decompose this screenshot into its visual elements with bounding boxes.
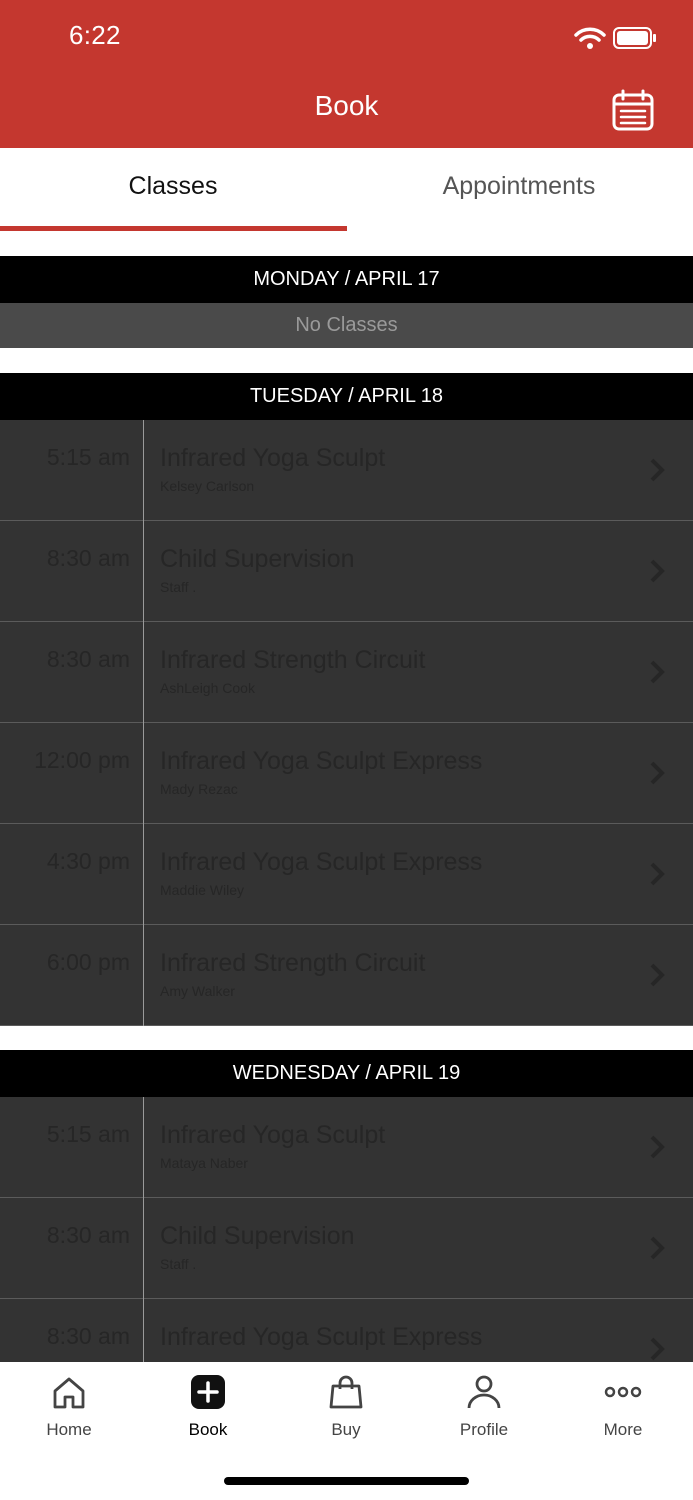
nav-label: More bbox=[603, 1420, 643, 1439]
nav-profile[interactable]: Profile bbox=[415, 1362, 553, 1452]
nav-label: Book bbox=[188, 1420, 228, 1439]
row-divider bbox=[143, 925, 144, 1026]
class-name: Child Supervision bbox=[160, 1222, 355, 1250]
row-divider bbox=[143, 824, 144, 925]
chevron-right-icon bbox=[650, 862, 665, 886]
nav-label: Buy bbox=[331, 1420, 361, 1439]
class-row[interactable]: 8:30 am Child Supervision Staff . bbox=[0, 521, 693, 622]
class-time: 12:00 pm bbox=[34, 747, 130, 773]
class-instructor: Amy Walker bbox=[160, 983, 235, 999]
battery-icon bbox=[613, 27, 656, 49]
class-time: 5:15 am bbox=[46, 1121, 130, 1147]
home-icon bbox=[53, 1377, 85, 1409]
class-instructor: Kelsey Carlson bbox=[160, 478, 255, 494]
class-time: 8:30 am bbox=[46, 1222, 130, 1248]
page-title: Book bbox=[314, 90, 379, 121]
class-name: Child Supervision bbox=[160, 545, 355, 573]
nav-label: Profile bbox=[459, 1420, 509, 1439]
chevron-right-icon bbox=[650, 660, 665, 684]
class-name: Infrared Yoga Sculpt Express bbox=[160, 1323, 483, 1351]
chevron-right-icon bbox=[650, 761, 665, 785]
class-name: Infrared Yoga Sculpt bbox=[160, 1121, 386, 1149]
class-time: 5:15 am bbox=[46, 444, 130, 470]
row-divider bbox=[143, 420, 144, 521]
nav-book[interactable]: Book bbox=[139, 1362, 277, 1452]
home-indicator bbox=[224, 1477, 469, 1485]
class-time: 6:00 pm bbox=[46, 949, 130, 975]
class-name: Infrared Yoga Sculpt Express bbox=[160, 848, 483, 876]
class-instructor: Mataya Naber bbox=[160, 1155, 248, 1171]
row-divider bbox=[143, 1198, 144, 1299]
class-name: Infrared Strength Circuit bbox=[160, 949, 426, 977]
class-row[interactable]: 8:30 am Child Supervision Staff . bbox=[0, 1198, 693, 1299]
no-classes-label: No Classes bbox=[0, 303, 693, 348]
class-row[interactable]: 5:15 am Infrared Yoga Sculpt Kelsey Carl… bbox=[0, 420, 693, 521]
chevron-right-icon bbox=[650, 458, 665, 482]
chevron-right-icon bbox=[650, 963, 665, 987]
class-instructor: AshLeigh Cook bbox=[160, 680, 255, 696]
tab-appointments[interactable]: Appointments bbox=[346, 172, 692, 201]
class-time: 8:30 am bbox=[46, 646, 130, 672]
chevron-right-icon bbox=[650, 559, 665, 583]
calendar-icon[interactable] bbox=[611, 88, 655, 132]
profile-icon bbox=[467, 1375, 501, 1409]
day-header-wednesday: WEDNESDAY / APRIL 19 bbox=[0, 1050, 693, 1097]
tab-classes[interactable]: Classes bbox=[0, 172, 346, 201]
top-bar: 6:22 Book bbox=[0, 0, 693, 148]
nav-more[interactable]: More bbox=[554, 1362, 692, 1452]
chevron-right-icon bbox=[650, 1135, 665, 1159]
row-divider bbox=[143, 723, 144, 824]
chevron-right-icon bbox=[650, 1337, 665, 1361]
class-instructor: Staff . bbox=[160, 1256, 197, 1272]
class-row[interactable]: 8:30 am Infrared Yoga Sculpt Express bbox=[0, 1299, 693, 1362]
class-row[interactable]: 12:00 pm Infrared Yoga Sculpt Express Ma… bbox=[0, 723, 693, 824]
chevron-right-icon bbox=[650, 1236, 665, 1260]
class-row[interactable]: 8:30 am Infrared Strength Circuit AshLei… bbox=[0, 622, 693, 723]
tab-bar: Classes Appointments bbox=[0, 148, 693, 232]
nav-home[interactable]: Home bbox=[0, 1362, 138, 1452]
shopping-bag-icon bbox=[329, 1375, 363, 1409]
class-name: Infrared Yoga Sculpt Express bbox=[160, 747, 483, 775]
book-plus-icon bbox=[191, 1375, 225, 1409]
nav-label: Home bbox=[46, 1420, 92, 1439]
class-schedule[interactable]: MONDAY / APRIL 17 No Classes TUESDAY / A… bbox=[0, 232, 693, 1362]
wifi-icon bbox=[574, 27, 606, 49]
class-row[interactable]: 4:30 pm Infrared Yoga Sculpt Express Mad… bbox=[0, 824, 693, 925]
class-instructor: Maddie Wiley bbox=[160, 882, 245, 898]
class-time: 8:30 am bbox=[46, 545, 130, 571]
active-tab-indicator bbox=[0, 226, 347, 231]
day-header-tuesday: TUESDAY / APRIL 18 bbox=[0, 373, 693, 420]
row-divider bbox=[143, 1299, 144, 1362]
status-time: 6:22 bbox=[69, 20, 121, 50]
class-row[interactable]: 5:15 am Infrared Yoga Sculpt Mataya Nabe… bbox=[0, 1097, 693, 1198]
class-instructor: Mady Rezac bbox=[160, 781, 238, 797]
class-time: 8:30 am bbox=[46, 1323, 130, 1349]
class-instructor: Staff . bbox=[160, 579, 197, 595]
class-row[interactable]: 6:00 pm Infrared Strength Circuit Amy Wa… bbox=[0, 925, 693, 1026]
class-time: 4:30 pm bbox=[46, 848, 130, 874]
row-divider bbox=[143, 1097, 144, 1198]
nav-buy[interactable]: Buy bbox=[277, 1362, 415, 1452]
class-name: Infrared Yoga Sculpt bbox=[160, 444, 386, 472]
class-name: Infrared Strength Circuit bbox=[160, 646, 426, 674]
more-dots-icon bbox=[604, 1386, 642, 1398]
row-divider bbox=[143, 521, 144, 622]
row-divider bbox=[143, 622, 144, 723]
day-header-monday: MONDAY / APRIL 17 bbox=[0, 256, 693, 303]
